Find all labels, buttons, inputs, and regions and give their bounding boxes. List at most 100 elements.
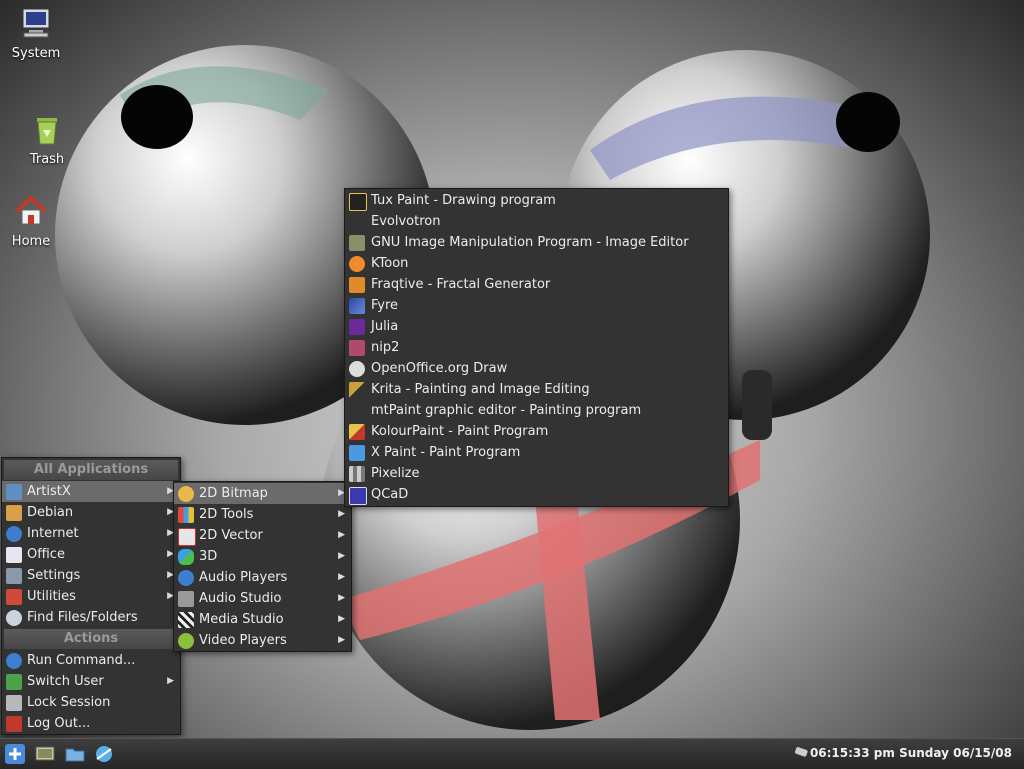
clapper-icon: [178, 612, 194, 628]
globe-icon: [6, 526, 22, 542]
app-item-openoffice-draw[interactable]: OpenOffice.org Draw: [345, 358, 728, 379]
2d-bitmap-apps-menu: Tux Paint - Drawing program Evolvotron G…: [344, 188, 729, 507]
gear-icon: [6, 653, 22, 669]
fyre-icon: [349, 298, 365, 314]
menu-item-label: OpenOffice.org Draw: [371, 361, 508, 376]
menu-item-label: 2D Tools: [199, 507, 254, 522]
desktop-icon-home[interactable]: Home: [0, 194, 66, 249]
search-icon: [6, 610, 22, 626]
menu-item-log-out[interactable]: Log Out...: [2, 713, 180, 734]
app-item-fyre[interactable]: Fyre: [345, 295, 728, 316]
menu-item-switch-user[interactable]: Switch User ▶: [2, 671, 180, 692]
artistx-icon: [6, 484, 22, 500]
logout-icon: [6, 716, 22, 732]
menu-item-label: Switch User: [27, 674, 104, 689]
app-item-tux-paint[interactable]: Tux Paint - Drawing program: [345, 190, 728, 211]
tux-icon: [349, 193, 367, 211]
submenu-item-audio-players[interactable]: Audio Players ▶: [174, 567, 351, 588]
chevron-right-icon: ▶: [338, 614, 345, 624]
app-item-fraqtive[interactable]: Fraqtive - Fractal Generator: [345, 274, 728, 295]
show-desktop-icon[interactable]: [34, 743, 56, 765]
menu-item-find-files[interactable]: Find Files/Folders: [2, 607, 180, 628]
browser-icon[interactable]: [93, 743, 115, 765]
menu-item-internet[interactable]: Internet ▶: [2, 523, 180, 544]
app-item-mtpaint[interactable]: mtPaint graphic editor - Painting progra…: [345, 400, 728, 421]
menu-item-label: KToon: [371, 256, 409, 271]
app-item-gimp[interactable]: GNU Image Manipulation Program - Image E…: [345, 232, 728, 253]
chevron-right-icon: ▶: [338, 572, 345, 582]
chevron-right-icon: ▶: [338, 530, 345, 540]
clock[interactable]: 06:15:33 pm Sunday 06/15/08: [810, 746, 1012, 760]
tools-icon: [6, 568, 22, 584]
ktoon-icon: [349, 256, 365, 272]
folder-icon[interactable]: [64, 743, 86, 765]
app-item-kolourpaint[interactable]: KolourPaint - Paint Program: [345, 421, 728, 442]
menu-item-artistx[interactable]: ArtistX ▶: [2, 481, 180, 502]
app-item-krita[interactable]: Krita - Painting and Image Editing: [345, 379, 728, 400]
menu-item-debian[interactable]: Debian ▶: [2, 502, 180, 523]
menu-item-label: X Paint - Paint Program: [371, 445, 521, 460]
menu-item-label: Settings: [27, 568, 81, 583]
menu-item-office[interactable]: Office ▶: [2, 544, 180, 565]
fraqtive-icon: [349, 277, 365, 293]
menu-header-actions: Actions: [4, 629, 178, 649]
menu-item-label: KolourPaint - Paint Program: [371, 424, 549, 439]
desktop-icon-label: Trash: [29, 152, 65, 167]
grid-icon: [178, 507, 194, 523]
submenu-item-2d-bitmap[interactable]: 2D Bitmap ▶: [174, 483, 351, 504]
xpaint-icon: [349, 445, 365, 461]
app-item-julia[interactable]: Julia: [345, 316, 728, 337]
app-item-xpaint[interactable]: X Paint - Paint Program: [345, 442, 728, 463]
menu-item-label: Pixelize: [371, 466, 420, 481]
menu-item-label: Debian: [27, 505, 74, 520]
app-item-evolvotron[interactable]: Evolvotron: [345, 211, 728, 232]
menu-item-label: nip2: [371, 340, 400, 355]
submenu-item-media-studio[interactable]: Media Studio ▶: [174, 609, 351, 630]
menu-item-lock-session[interactable]: Lock Session: [2, 692, 180, 713]
chevron-right-icon: ▶: [338, 551, 345, 561]
pixelize-icon: [349, 466, 365, 482]
submenu-item-2d-vector[interactable]: 2D Vector ▶: [174, 525, 351, 546]
menu-item-label: Tux Paint - Drawing program: [371, 193, 556, 208]
menu-item-utilities[interactable]: Utilities ▶: [2, 586, 180, 607]
menu-item-label: Office: [27, 547, 65, 562]
menu-item-label: Media Studio: [199, 612, 284, 627]
main-menu: All Applications ArtistX ▶ Debian ▶ Inte…: [1, 457, 181, 735]
submenu-item-3d[interactable]: 3D ▶: [174, 546, 351, 567]
studio-icon: [178, 591, 194, 607]
trash-icon: [37, 118, 57, 145]
chevron-right-icon: ▶: [167, 676, 174, 686]
menu-item-label: Find Files/Folders: [27, 610, 138, 625]
krita-icon: [349, 382, 365, 398]
menu-item-run-command[interactable]: Run Command...: [2, 650, 180, 671]
menu-item-label: Fraqtive - Fractal Generator: [371, 277, 551, 292]
desktop-icon-label: System: [11, 46, 61, 61]
menu-item-label: ArtistX: [27, 484, 71, 499]
submenu-item-video-players[interactable]: Video Players ▶: [174, 630, 351, 651]
k-menu-button[interactable]: [4, 743, 26, 765]
menu-header-all-applications: All Applications: [4, 460, 178, 480]
app-item-qcad[interactable]: QCaD: [345, 484, 728, 505]
menu-item-label: Lock Session: [27, 695, 111, 710]
menu-item-label: Run Command...: [27, 653, 136, 668]
menu-item-label: Utilities: [27, 589, 76, 604]
user-icon: [6, 674, 22, 690]
desktop-icon-label: Home: [11, 234, 51, 249]
menu-item-label: 2D Bitmap: [199, 486, 268, 501]
computer-icon: [22, 8, 50, 38]
menu-item-label: Julia: [371, 319, 399, 334]
julia-icon: [349, 319, 365, 335]
menu-item-label: Log Out...: [27, 716, 91, 731]
menu-item-label: GNU Image Manipulation Program - Image E…: [371, 235, 689, 250]
app-item-nip2[interactable]: nip2: [345, 337, 728, 358]
app-item-ktoon[interactable]: KToon: [345, 253, 728, 274]
app-item-pixelize[interactable]: Pixelize: [345, 463, 728, 484]
brush-icon: [349, 424, 365, 440]
chevron-right-icon: ▶: [338, 635, 345, 645]
desktop-icon-trash[interactable]: Trash: [12, 112, 82, 167]
submenu-item-2d-tools[interactable]: 2D Tools ▶: [174, 504, 351, 525]
desktop-icon-system[interactable]: System: [1, 6, 71, 61]
chevron-right-icon: ▶: [338, 593, 345, 603]
submenu-item-audio-studio[interactable]: Audio Studio ▶: [174, 588, 351, 609]
menu-item-settings[interactable]: Settings ▶: [2, 565, 180, 586]
